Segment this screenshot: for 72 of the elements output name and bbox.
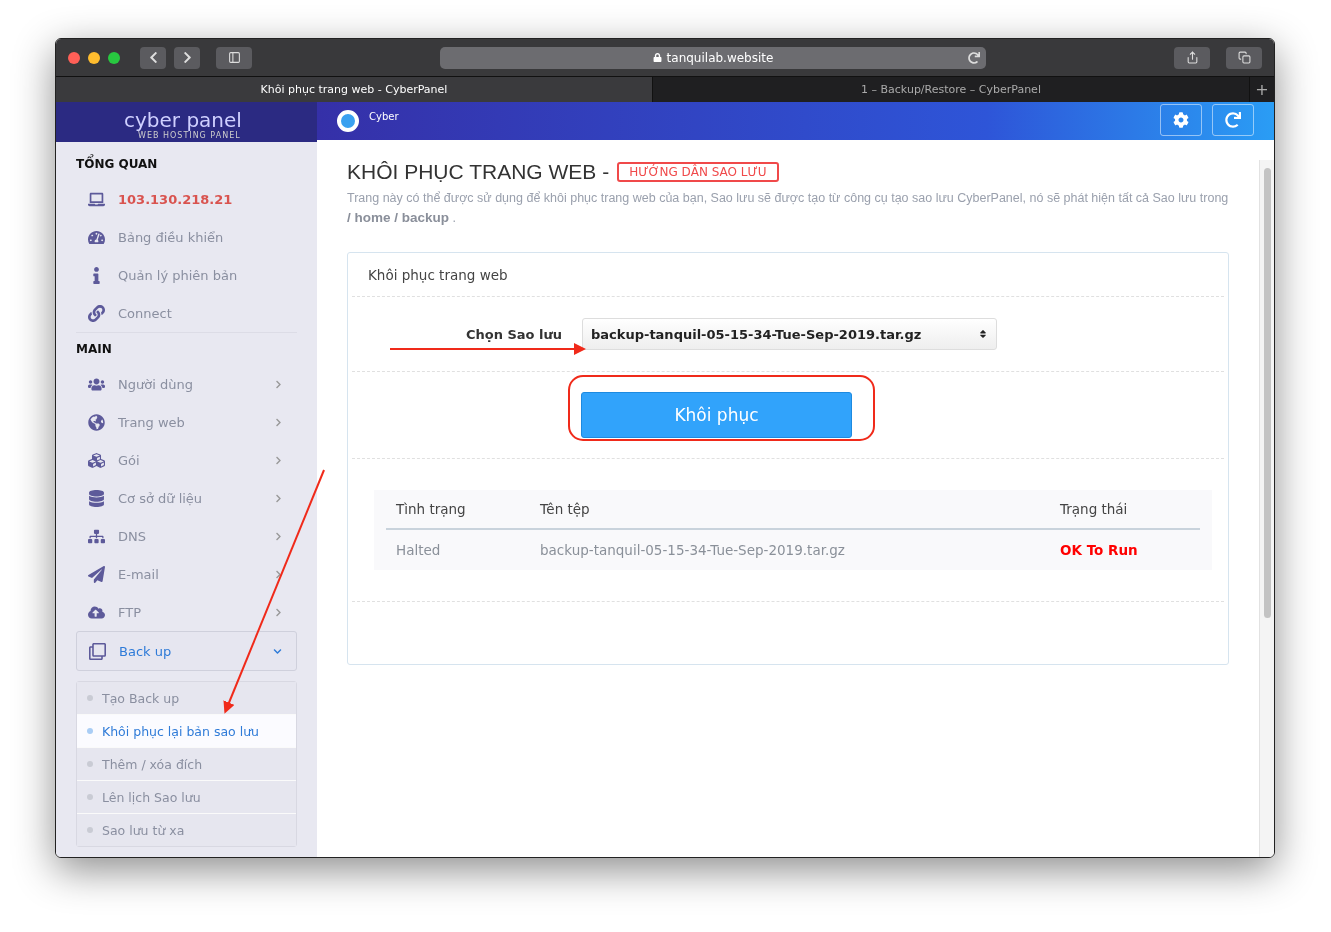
sidebar-item[interactable]: Back up [76, 631, 297, 671]
sidebar-item[interactable]: FTP [76, 593, 297, 631]
close-button[interactable] [68, 51, 80, 64]
sidebar-icon [227, 51, 241, 64]
sidebar-item[interactable]: Bảng điều khiển [76, 218, 297, 256]
sitemap-icon [87, 527, 105, 545]
tabs-button[interactable] [1226, 46, 1262, 69]
settings-button[interactable] [1160, 104, 1202, 136]
chevron-right-icon [274, 455, 283, 465]
address-bar[interactable]: tanquilab.website [440, 46, 986, 69]
chevron-right-icon [274, 531, 283, 541]
laptop-icon [87, 190, 105, 208]
submenu-item[interactable]: Khôi phục lại bản sao lưu [77, 714, 296, 747]
restore-button[interactable]: Khôi phục [581, 392, 852, 438]
page-title: KHÔI PHỤC TRANG WEB - [347, 160, 610, 184]
section-title: TỔNG QUAN [76, 154, 297, 180]
sidebar-item[interactable]: Cơ sở dữ liệu [76, 479, 297, 517]
chevron-right-icon [274, 493, 283, 503]
database-icon [87, 489, 105, 507]
gauge-icon [87, 228, 105, 246]
scrollbar-thumb[interactable] [1263, 168, 1271, 618]
lock-icon [652, 53, 662, 62]
gear-icon [1173, 112, 1189, 128]
minimize-button[interactable] [88, 51, 100, 64]
cubes-icon [87, 451, 105, 469]
back-button[interactable] [140, 46, 166, 69]
avatar[interactable] [337, 110, 359, 132]
paper-plane-icon [87, 565, 105, 583]
sidebar-item[interactable]: Gói [76, 441, 297, 479]
forward-button[interactable] [174, 46, 200, 69]
sidebar-item[interactable]: Connect [76, 294, 297, 332]
share-icon [1185, 51, 1199, 64]
sidebar-item[interactable]: Quản lý phiên bản [76, 256, 297, 294]
chevron-right-icon [274, 417, 283, 427]
table-cell-text: backup-tanquil-05-15-34-Tue-Sep-2019.tar.gz [539, 542, 846, 558]
column-header: Tình trạng [395, 501, 467, 517]
user-name: Cyber [369, 111, 400, 122]
submenu-item[interactable]: Sao lưu từ xa [77, 813, 296, 846]
globe-icon [87, 413, 105, 431]
status-text: OK To Run [1059, 542, 1139, 558]
share-button[interactable] [1174, 46, 1210, 69]
guide-link[interactable]: HƯỚNG DẪN SAO LƯU [617, 162, 779, 182]
logo-tagline: WEB HOSTING PANEL [138, 131, 242, 140]
copy-icon [88, 642, 106, 660]
column-header: Trạng thái [1059, 501, 1129, 517]
link-icon [87, 304, 105, 322]
chevron-down-icon [273, 646, 282, 656]
logo-text: cyber panel [124, 109, 243, 131]
page-description: Trang này có thể được sử dụng để khôi phục trang web của bạn, Sao lưu sẽ được tạo từ công cụ tạo sao lưu CyberPanel, nó sẽ phát hiện tất cả Sao lưu trong / home / backup . [347, 190, 1229, 227]
sort-arrows-icon [978, 329, 988, 339]
sidebar-item[interactable]: Người dùng [76, 365, 297, 403]
sidebar-item[interactable]: E-mail [76, 555, 297, 593]
column-header: Tên tệp [539, 501, 591, 517]
sidebar-button[interactable] [216, 46, 252, 69]
circular-arrow-icon [1225, 112, 1241, 128]
new-tab-button[interactable]: + [1250, 77, 1274, 102]
zoom-button[interactable] [108, 51, 120, 64]
section-title: MAIN [76, 332, 297, 365]
reload-icon[interactable] [968, 51, 980, 64]
tabs-icon [1237, 51, 1251, 64]
field-label: Chọn Sao lưu [464, 326, 562, 342]
card-title: Khôi phục trang web [352, 253, 1224, 297]
browser-tab[interactable]: Khôi phục trang web - CyberPanel [56, 77, 653, 102]
power-button[interactable] [1212, 104, 1254, 136]
table-cell-text: Halted [395, 542, 442, 558]
sidebar-item[interactable]: 103.130.218.21 [76, 180, 297, 218]
chevron-right-icon [274, 379, 283, 389]
chevron-right-icon [274, 569, 283, 579]
chevron-right-icon [274, 607, 283, 617]
sidebar-item[interactable]: DNS [76, 517, 297, 555]
sidebar-item[interactable]: Trang web [76, 403, 297, 441]
backup-select[interactable]: backup-tanquil-05-15-34-Tue-Sep-2019.tar.gz [582, 318, 997, 350]
